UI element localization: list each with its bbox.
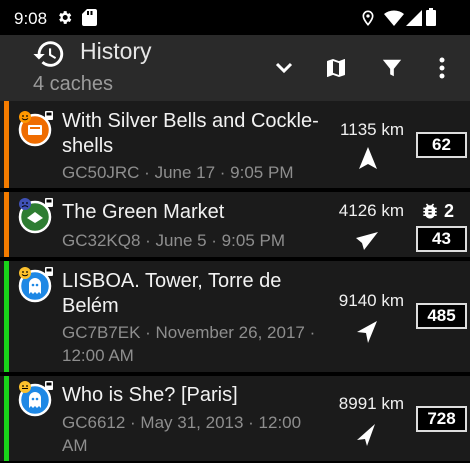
distance-label: 1135 km bbox=[340, 120, 404, 139]
count-badge: 62 bbox=[416, 132, 467, 158]
cache-icon bbox=[18, 198, 54, 234]
history-icon bbox=[32, 37, 66, 71]
page-title: History bbox=[80, 38, 152, 64]
sd-card-icon bbox=[82, 9, 97, 31]
cache-title: LISBOA. Tower, Torre de Belém bbox=[62, 270, 282, 317]
gear-icon bbox=[56, 9, 73, 31]
cache-meta: GC50JRC · June 17 · 9:05 PM bbox=[62, 163, 294, 182]
trackable-count: 2 bbox=[444, 201, 455, 221]
cache-meta: GC6612 · May 31, 2013 · 12:00 AM bbox=[62, 413, 302, 455]
status-stripe bbox=[4, 261, 9, 372]
status-stripe bbox=[4, 101, 9, 188]
distance-label: 4126 km bbox=[338, 201, 404, 220]
direction-arrow-icon bbox=[354, 319, 380, 345]
bug-icon bbox=[420, 201, 440, 221]
filter-icon[interactable] bbox=[378, 55, 406, 81]
cache-icon bbox=[18, 267, 54, 303]
count-badge: 728 bbox=[416, 406, 467, 432]
page-subtitle: 4 caches bbox=[33, 73, 114, 95]
status-time: 9:08 bbox=[14, 9, 48, 28]
direction-arrow-icon bbox=[353, 422, 379, 448]
map-icon[interactable] bbox=[322, 55, 350, 81]
count-badge: 43 bbox=[416, 226, 467, 252]
direction-arrow-icon bbox=[354, 228, 380, 254]
distance-label: 8991 km bbox=[338, 394, 404, 413]
status-stripe bbox=[4, 192, 9, 257]
count-badge: 485 bbox=[416, 303, 467, 329]
list-item[interactable]: The Green Market GC32KQ8 · June 5 · 9:05… bbox=[0, 192, 470, 259]
cache-icon bbox=[18, 381, 54, 417]
cache-meta: GC7B7EK · November 26, 2017 · 12:00 AM bbox=[62, 323, 316, 365]
cache-title: The Green Market bbox=[62, 201, 225, 223]
wifi-icon bbox=[384, 10, 404, 31]
more-vert-icon[interactable] bbox=[428, 55, 456, 81]
cache-title: Who is She? [Paris] bbox=[62, 384, 238, 406]
cache-meta: GC32KQ8 · June 5 · 9:05 PM bbox=[62, 231, 285, 250]
cache-icon bbox=[18, 111, 54, 147]
chevron-down-icon[interactable] bbox=[270, 55, 298, 81]
signal-icon bbox=[406, 10, 422, 31]
cache-title: With Silver Bells and Cockle-shells bbox=[62, 110, 319, 157]
status-bar: 9:08 bbox=[0, 0, 470, 35]
battery-icon bbox=[426, 8, 436, 31]
list-item[interactable]: LISBOA. Tower, Torre de Belém GC7B7EK · … bbox=[0, 261, 470, 374]
location-pin-icon bbox=[360, 9, 376, 32]
distance-label: 9140 km bbox=[338, 291, 404, 310]
list-item[interactable]: With Silver Bells and Cockle-shells GC50… bbox=[0, 101, 470, 190]
app-bar: History 4 caches bbox=[0, 35, 470, 101]
status-stripe bbox=[4, 376, 9, 461]
list-item[interactable]: Who is She? [Paris] GC6612 · May 31, 201… bbox=[0, 376, 470, 463]
direction-arrow-icon bbox=[355, 145, 381, 171]
